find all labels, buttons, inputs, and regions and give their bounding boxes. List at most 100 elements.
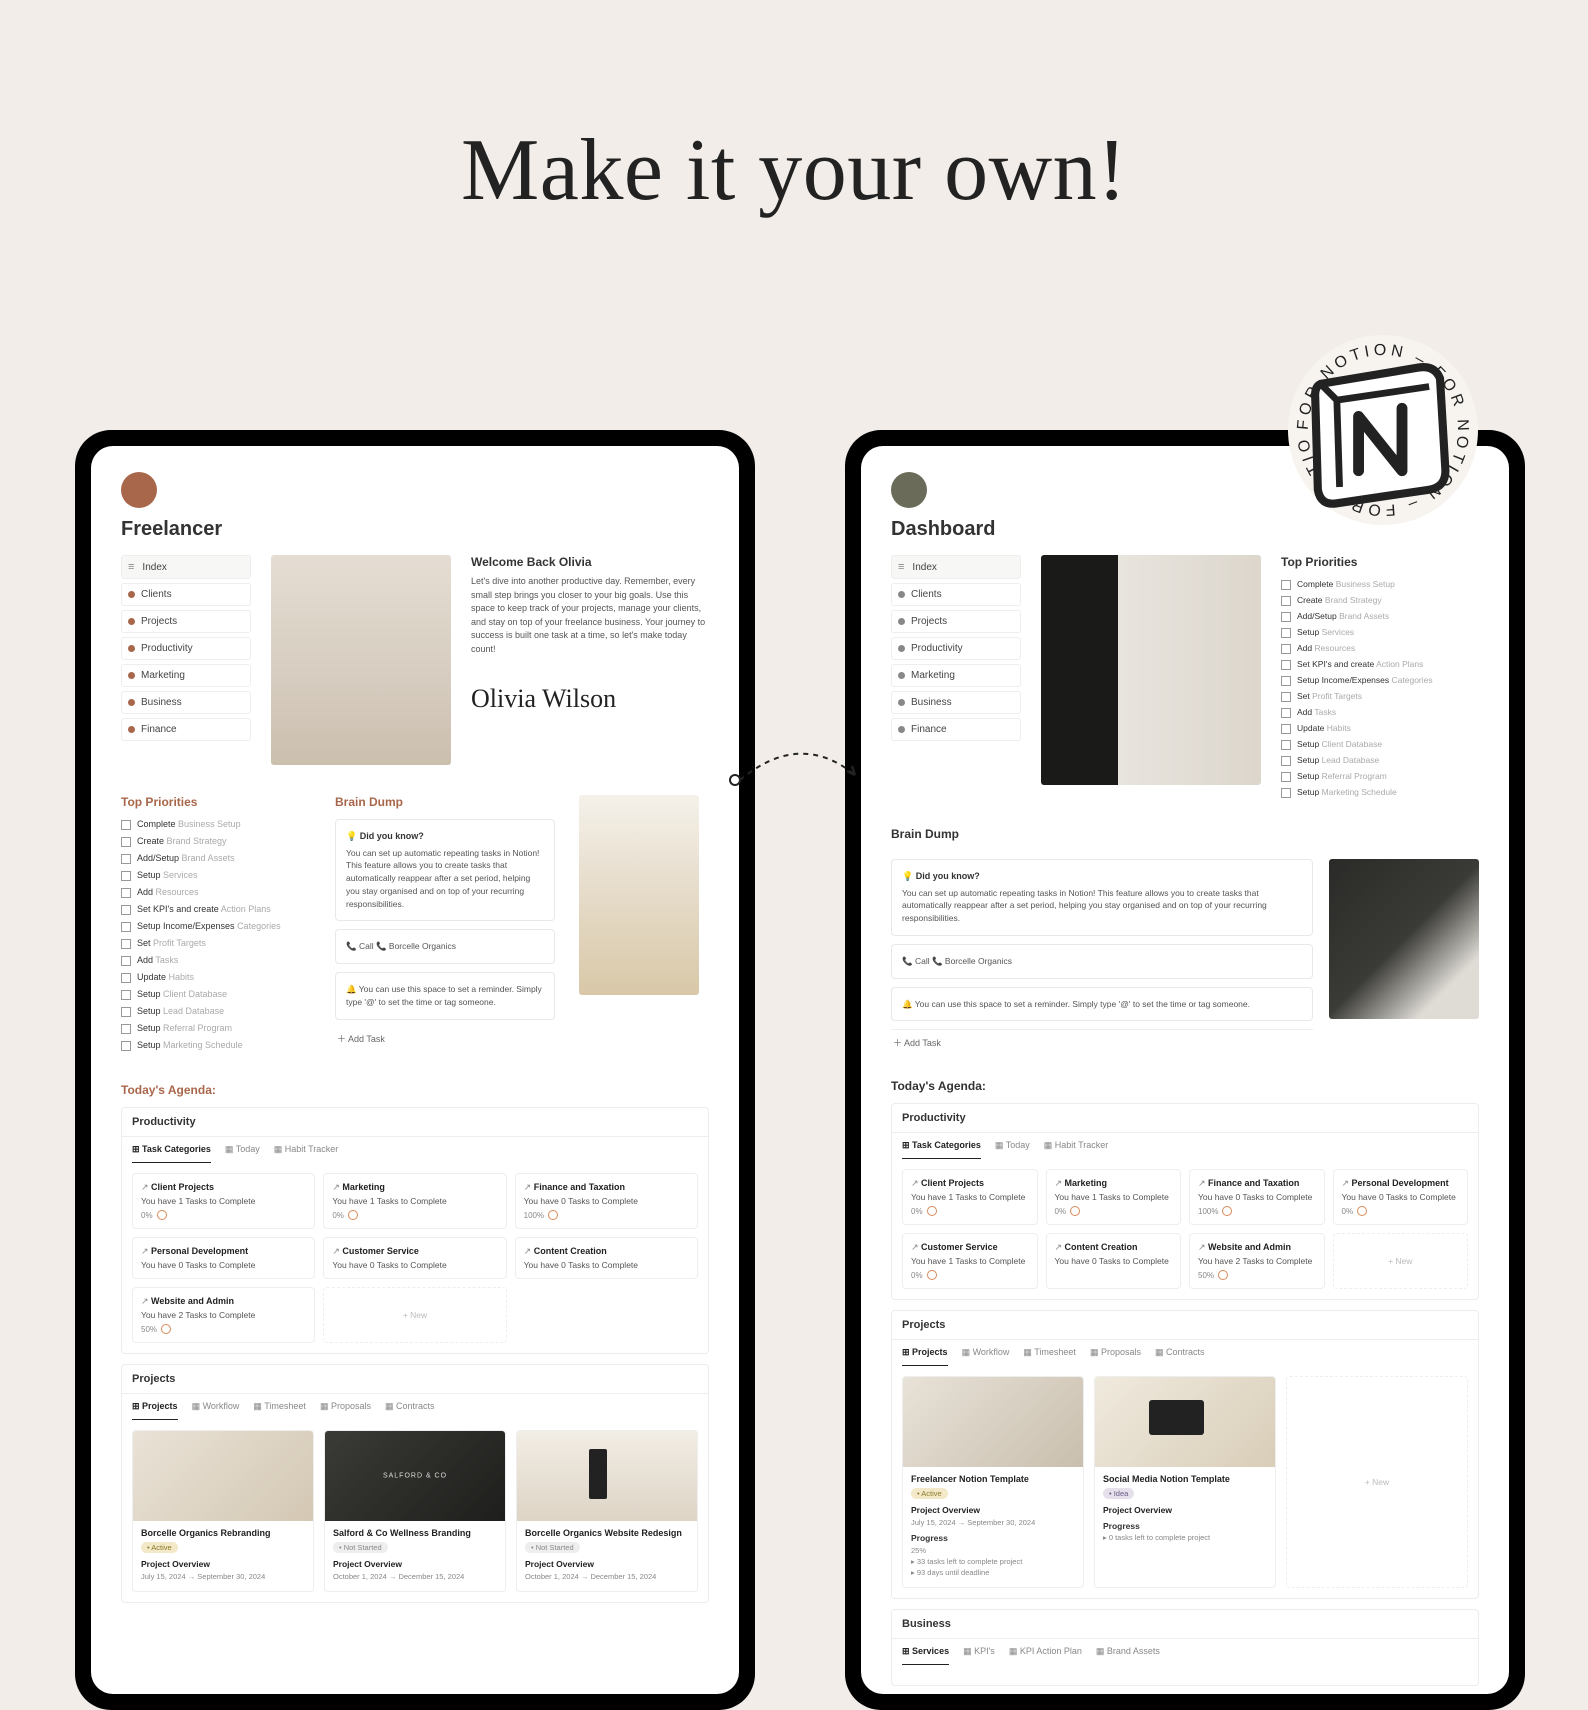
task-category-tile[interactable]: MarketingYou have 1 Tasks to Complete0% xyxy=(323,1173,506,1229)
project-card[interactable]: Borcelle Organics Website Redesign• Not … xyxy=(516,1430,698,1592)
tab-proposals[interactable]: ▦ Proposals xyxy=(320,1394,371,1420)
tab-services[interactable]: ⊞ Services xyxy=(902,1639,949,1665)
sidebar-item-clients[interactable]: Clients xyxy=(891,583,1021,606)
tab-projects[interactable]: ⊞ Projects xyxy=(902,1340,948,1366)
productivity-block: Productivity ⊞ Task Categories▦ Today▦ H… xyxy=(891,1103,1479,1300)
priority-item[interactable]: Add Tasks xyxy=(121,955,311,966)
sidebar-item-marketing[interactable]: Marketing xyxy=(891,664,1021,687)
priority-item[interactable]: Setup Lead Database xyxy=(1281,755,1479,766)
tab-habit-tracker[interactable]: ▦ Habit Tracker xyxy=(1044,1133,1109,1159)
priority-item[interactable]: Setup Income/Expenses Categories xyxy=(1281,675,1479,686)
task-category-tile[interactable]: MarketingYou have 1 Tasks to Complete0% xyxy=(1046,1169,1182,1225)
priority-item[interactable]: Update Habits xyxy=(1281,723,1479,734)
sidebar-item-finance[interactable]: Finance xyxy=(121,718,251,741)
braindump-title: Brain Dump xyxy=(335,795,555,809)
sidebar-item-clients[interactable]: Clients xyxy=(121,583,251,606)
tab-workflow[interactable]: ▦ Workflow xyxy=(192,1394,240,1420)
tab-task-categories[interactable]: ⊞ Task Categories xyxy=(132,1137,211,1163)
sidebar-item-projects[interactable]: Projects xyxy=(891,610,1021,633)
sidebar-item-business[interactable]: Business xyxy=(121,691,251,714)
task-category-tile[interactable]: Customer ServiceYou have 0 Tasks to Comp… xyxy=(323,1237,506,1279)
sidebar-item-productivity[interactable]: Productivity xyxy=(891,637,1021,660)
priority-item[interactable]: Setup Referral Program xyxy=(121,1023,311,1034)
tab-brand-assets[interactable]: ▦ Brand Assets xyxy=(1096,1639,1160,1665)
priority-item[interactable]: Complete Business Setup xyxy=(121,819,311,830)
priority-item[interactable]: Setup Services xyxy=(1281,627,1479,638)
priority-item[interactable]: Set KPI's and create Action Plans xyxy=(121,904,311,915)
priorities-title: Top Priorities xyxy=(121,795,311,809)
add-task-button[interactable]: Add Task xyxy=(891,1029,1313,1053)
screen-dashboard: Dashboard IndexClientsProjectsProductivi… xyxy=(861,446,1509,1694)
new-project-button[interactable]: + New xyxy=(1286,1376,1468,1588)
sidebar-item-finance[interactable]: Finance xyxy=(891,718,1021,741)
priority-item[interactable]: Setup Income/Expenses Categories xyxy=(121,921,311,932)
tab-proposals[interactable]: ▦ Proposals xyxy=(1090,1340,1141,1366)
tab-workflow[interactable]: ▦ Workflow xyxy=(962,1340,1010,1366)
priority-item[interactable]: Create Brand Strategy xyxy=(121,836,311,847)
priority-item[interactable]: Create Brand Strategy xyxy=(1281,595,1479,606)
tab-projects[interactable]: ⊞ Projects xyxy=(132,1394,178,1420)
task-category-tile[interactable]: Finance and TaxationYou have 0 Tasks to … xyxy=(515,1173,698,1229)
tab-task-categories[interactable]: ⊞ Task Categories xyxy=(902,1133,981,1159)
priority-item[interactable]: Complete Business Setup xyxy=(1281,579,1479,590)
priority-item[interactable]: Set Profit Targets xyxy=(1281,691,1479,702)
didyouknow-title: Did you know? xyxy=(346,830,544,844)
new-tile-button[interactable]: + New xyxy=(1333,1233,1469,1289)
task-category-tile[interactable]: Content CreationYou have 0 Tasks to Comp… xyxy=(1046,1233,1182,1289)
task-category-tile[interactable]: Client ProjectsYou have 1 Tasks to Compl… xyxy=(902,1169,1038,1225)
priority-item[interactable]: Set KPI's and create Action Plans xyxy=(1281,659,1479,670)
task-category-tile[interactable]: Finance and TaxationYou have 0 Tasks to … xyxy=(1189,1169,1325,1225)
call-card[interactable]: Call 📞 Borcelle Organics xyxy=(891,944,1313,979)
task-category-tile[interactable]: Website and AdminYou have 2 Tasks to Com… xyxy=(132,1287,315,1343)
tab-kpi-s[interactable]: ▦ KPI's xyxy=(963,1639,995,1665)
tab-timesheet[interactable]: ▦ Timesheet xyxy=(1023,1340,1076,1366)
sidebar-item-productivity[interactable]: Productivity xyxy=(121,637,251,660)
priority-item[interactable]: Setup Marketing Schedule xyxy=(121,1040,311,1051)
priority-item[interactable]: Setup Services xyxy=(121,870,311,881)
sidebar-item-projects[interactable]: Projects xyxy=(121,610,251,633)
priority-item[interactable]: Setup Lead Database xyxy=(121,1006,311,1017)
tab-kpi-action-plan[interactable]: ▦ KPI Action Plan xyxy=(1009,1639,1082,1665)
tab-habit-tracker[interactable]: ▦ Habit Tracker xyxy=(274,1137,339,1163)
task-category-tile[interactable]: Personal DevelopmentYou have 0 Tasks to … xyxy=(132,1237,315,1279)
priority-item[interactable]: Update Habits xyxy=(121,972,311,983)
priority-item[interactable]: Setup Marketing Schedule xyxy=(1281,787,1479,798)
task-category-tile[interactable]: Client ProjectsYou have 1 Tasks to Compl… xyxy=(132,1173,315,1229)
priority-item[interactable]: Set Profit Targets xyxy=(121,938,311,949)
task-category-tile[interactable]: Website and AdminYou have 2 Tasks to Com… xyxy=(1189,1233,1325,1289)
sidebar-item-marketing[interactable]: Marketing xyxy=(121,664,251,687)
task-category-tile[interactable]: Customer ServiceYou have 1 Tasks to Comp… xyxy=(902,1233,1038,1289)
priority-item[interactable]: Add Resources xyxy=(1281,643,1479,654)
call-card[interactable]: Call 📞 Borcelle Organics xyxy=(335,929,555,964)
sidebar-item-business[interactable]: Business xyxy=(891,691,1021,714)
new-tile-button[interactable]: + New xyxy=(323,1287,506,1343)
agenda-title: Today's Agenda: xyxy=(121,1083,709,1097)
task-category-tile[interactable]: Content CreationYou have 0 Tasks to Comp… xyxy=(515,1237,698,1279)
priority-item[interactable]: Add Tasks xyxy=(1281,707,1479,718)
priority-item[interactable]: Setup Referral Program xyxy=(1281,771,1479,782)
business-block: Business ⊞ Services ▦ KPI's ▦ KPI Action P… xyxy=(891,1609,1479,1686)
projects-head: Projects xyxy=(892,1311,1478,1340)
task-category-tile[interactable]: Personal DevelopmentYou have 0 Tasks to … xyxy=(1333,1169,1469,1225)
project-card[interactable]: Freelancer Notion Template• ActiveProjec… xyxy=(902,1376,1084,1588)
tab-today[interactable]: ▦ Today xyxy=(995,1133,1030,1159)
tab-timesheet[interactable]: ▦ Timesheet xyxy=(253,1394,306,1420)
tab-today[interactable]: ▦ Today xyxy=(225,1137,260,1163)
priorities-title: Top Priorities xyxy=(1281,555,1479,569)
project-card[interactable]: Salford & Co Wellness Branding• Not Star… xyxy=(324,1430,506,1592)
project-card[interactable]: Social Media Notion Template• IdeaProjec… xyxy=(1094,1376,1276,1588)
business-head: Business xyxy=(892,1610,1478,1639)
tablet-left: Freelancer IndexClientsProjectsProductiv… xyxy=(75,430,755,1710)
tab-contracts[interactable]: ▦ Contracts xyxy=(385,1394,435,1420)
add-task-button[interactable]: Add Task xyxy=(335,1028,555,1049)
project-card[interactable]: Borcelle Organics Rebranding• ActiveProj… xyxy=(132,1430,314,1592)
priority-item[interactable]: Setup Client Database xyxy=(1281,739,1479,750)
sidebar-item-index[interactable]: Index xyxy=(121,555,251,579)
priority-item[interactable]: Setup Client Database xyxy=(121,989,311,1000)
priority-item[interactable]: Add Resources xyxy=(121,887,311,898)
sidebar-item-index[interactable]: Index xyxy=(891,555,1021,579)
tab-contracts[interactable]: ▦ Contracts xyxy=(1155,1340,1205,1366)
priority-item[interactable]: Add/Setup Brand Assets xyxy=(121,853,311,864)
welcome-heading: Welcome Back Olivia xyxy=(471,555,709,569)
priority-item[interactable]: Add/Setup Brand Assets xyxy=(1281,611,1479,622)
